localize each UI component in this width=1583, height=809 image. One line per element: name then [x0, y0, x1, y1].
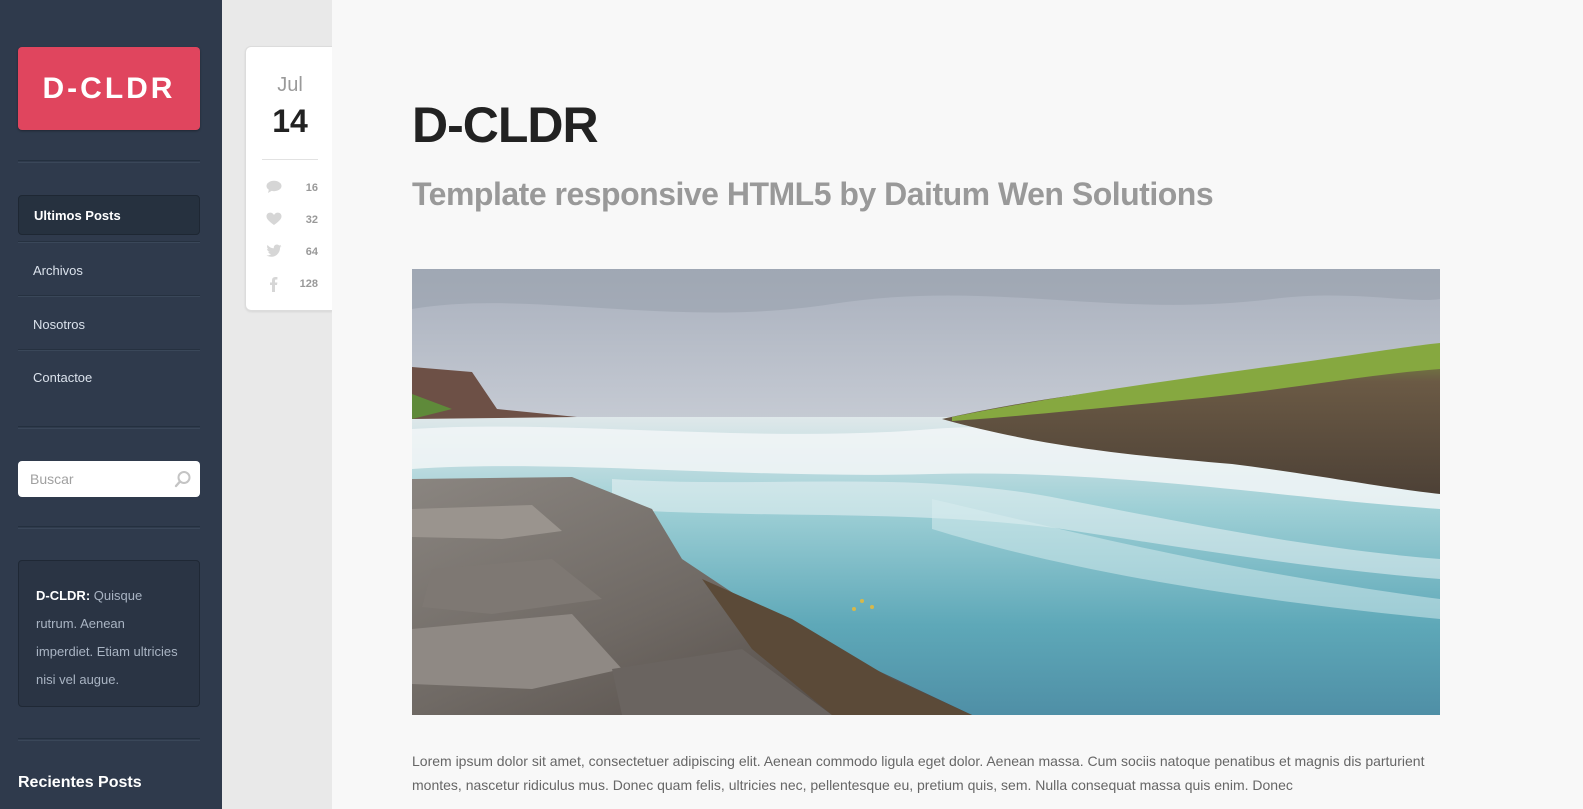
- sidebar-divider: [18, 160, 200, 163]
- sidebar: D-CLDR Ultimos Posts Archivos Nosotros C…: [0, 0, 222, 809]
- search-icon[interactable]: [174, 470, 192, 488]
- sidebar-divider: [18, 526, 200, 529]
- facebook-count: 128: [299, 278, 318, 290]
- comments-stat[interactable]: 16: [262, 178, 318, 198]
- facebook-stat[interactable]: 128: [262, 274, 318, 294]
- nav-item-archivos[interactable]: Archivos: [18, 250, 200, 290]
- post-subtitle: Template responsive HTML5 by Daitum Wen …: [412, 176, 1214, 212]
- twitter-icon: [266, 244, 282, 257]
- about-brand: D-CLDR:: [36, 588, 91, 603]
- post-hero-image: [412, 269, 1440, 715]
- likes-stat[interactable]: 32: [262, 210, 318, 230]
- comments-count: 16: [305, 182, 318, 194]
- meta-divider: [262, 159, 318, 160]
- site-logo[interactable]: D-CLDR: [18, 47, 200, 130]
- sidebar-divider: [18, 738, 200, 741]
- search-box: [18, 461, 200, 497]
- about-widget: D-CLDR: Quisque rutrum. Aenean imperdiet…: [18, 560, 200, 707]
- nav-item-ultimos-posts[interactable]: Ultimos Posts: [18, 195, 200, 235]
- post-title[interactable]: D-CLDR: [412, 96, 599, 154]
- post-day: 14: [272, 103, 308, 139]
- recent-posts-heading: Recientes Posts: [18, 774, 142, 791]
- search-input[interactable]: [30, 471, 170, 487]
- post-month: Jul: [277, 74, 303, 96]
- heart-icon: [266, 212, 282, 225]
- sidebar-divider: [18, 426, 200, 429]
- nav-divider: [18, 295, 200, 296]
- tweets-count: 64: [305, 246, 318, 258]
- post-meta-card: Jul 14 16 32 64 128: [245, 46, 333, 311]
- post-body-text: Lorem ipsum dolor sit amet, consectetuer…: [412, 753, 1425, 793]
- nav-divider: [18, 241, 200, 242]
- likes-count: 32: [305, 214, 318, 226]
- twitter-stat[interactable]: 64: [262, 242, 318, 262]
- nav-item-contactoe[interactable]: Contactoe: [18, 357, 200, 397]
- comment-icon: [266, 180, 282, 193]
- nav-item-nosotros[interactable]: Nosotros: [18, 304, 200, 344]
- waterfall-landscape-image: [412, 269, 1440, 715]
- nav-divider: [18, 349, 200, 350]
- facebook-icon: [270, 277, 278, 292]
